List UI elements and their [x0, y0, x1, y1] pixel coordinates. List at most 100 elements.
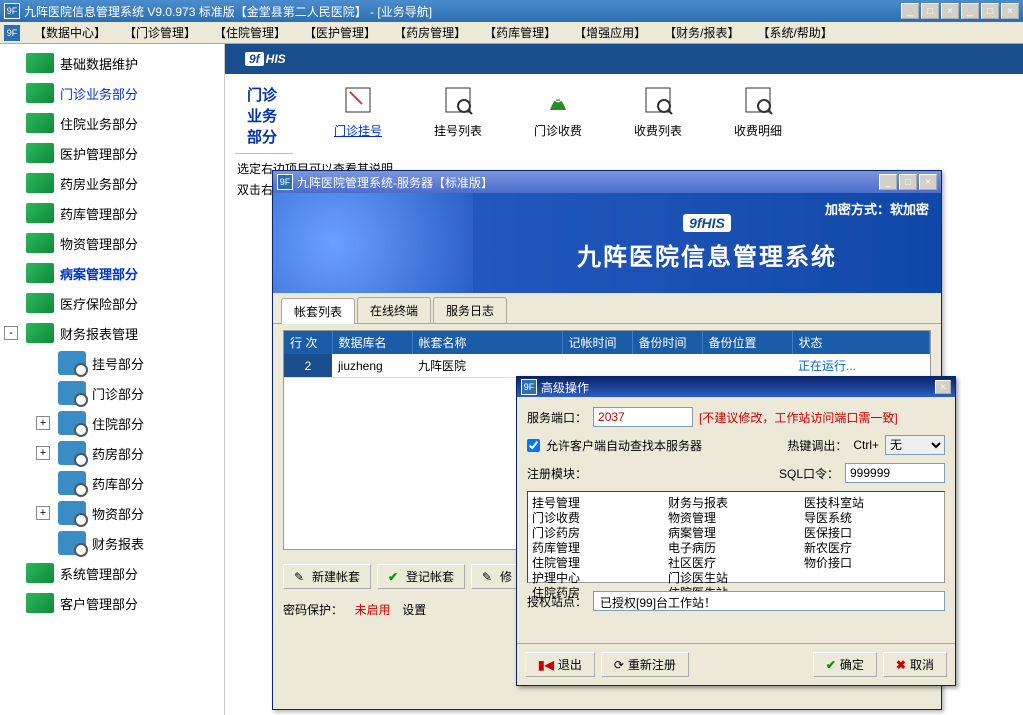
module-item[interactable]: 医保接口 [804, 526, 940, 541]
sidebar-item[interactable]: 门诊业务部分 [0, 78, 224, 108]
sidebar-tree[interactable]: 基础数据维护门诊业务部分住院业务部分医护管理部分药房业务部分药库管理部分物资管理… [0, 44, 225, 715]
module-item[interactable]: 物价接口 [804, 556, 940, 571]
module-item[interactable]: 财务与报表 [668, 496, 804, 511]
module-item[interactable]: 挂号管理 [532, 496, 668, 511]
exit-button[interactable]: ▮◀ 退出 [525, 652, 595, 677]
table-header[interactable]: 帐套名称 [412, 331, 562, 354]
table-header[interactable]: 备份时间 [632, 331, 702, 354]
toolbar-item[interactable]: 收费明细 [723, 82, 793, 146]
sidebar-item[interactable]: 药库管理部分 [0, 198, 224, 228]
login-account-button[interactable]: ✔登记帐套 [377, 564, 465, 589]
menu-drug-store[interactable]: 【药库管理】 [476, 22, 564, 43]
sidebar-item[interactable]: 药库部分 [0, 468, 224, 498]
menu-medical-care[interactable]: 【医护管理】 [296, 22, 384, 43]
module-item[interactable]: 住院管理 [532, 556, 668, 571]
adv-close-button[interactable]: × [935, 380, 951, 394]
sidebar-item[interactable]: 住院业务部分 [0, 108, 224, 138]
module-item[interactable]: 导医系统 [804, 511, 940, 526]
server-minimize-button[interactable]: _ [879, 174, 897, 190]
sidebar-item-label: 系统管理部分 [60, 564, 138, 583]
auto-find-label: 允许客户端自动查找本服务器 [546, 437, 702, 454]
inner-close-button[interactable]: × [1001, 3, 1019, 19]
sidebar-item[interactable]: +药房部分 [0, 438, 224, 468]
sidebar-item[interactable]: 医疗保险部分 [0, 288, 224, 318]
module-item[interactable]: 门诊收费 [532, 511, 668, 526]
sidebar-item[interactable]: 病案管理部分 [0, 258, 224, 288]
module-item[interactable]: 病案管理 [668, 526, 804, 541]
menu-outpatient[interactable]: 【门诊管理】 [116, 22, 204, 43]
ok-button[interactable]: ✔ 确定 [813, 652, 877, 677]
inner-minimize-button[interactable]: _ [961, 3, 979, 19]
tree-expand-icon[interactable]: + [36, 446, 50, 460]
toolbar-item[interactable]: 门诊挂号 [323, 82, 393, 146]
folder-icon [24, 141, 56, 165]
maximize-button[interactable]: □ [921, 3, 939, 19]
sidebar-item[interactable]: 物资管理部分 [0, 228, 224, 258]
table-header[interactable]: 行 次 [284, 331, 332, 354]
folder-icon [24, 561, 56, 585]
table-header[interactable]: 状态 [792, 331, 930, 354]
new-account-button[interactable]: ✎新建帐套 [283, 564, 371, 589]
table-row[interactable]: 2 jiuzheng 九阵医院 正在运行... [284, 354, 930, 378]
sidebar-item[interactable]: 门诊部分 [0, 378, 224, 408]
toolbar-item[interactable]: 收费列表 [623, 82, 693, 146]
sidebar-item[interactable]: 财务报表 [0, 528, 224, 558]
sidebar-item[interactable]: 客户管理部分 [0, 588, 224, 618]
inner-maximize-button[interactable]: □ [981, 3, 999, 19]
sql-input[interactable] [845, 463, 945, 483]
table-header[interactable]: 数据库名 [332, 331, 412, 354]
table-header[interactable]: 备份位置 [702, 331, 792, 354]
toolbar-item[interactable]: 挂号列表 [423, 82, 493, 146]
hotkey-select[interactable]: 无 [885, 435, 945, 455]
sidebar-item[interactable]: 系统管理部分 [0, 558, 224, 588]
account-table[interactable]: 行 次数据库名帐套名称记帐时间备份时间备份位置状态 2 jiuzheng 九阵医… [284, 331, 930, 378]
menu-finance[interactable]: 【财务/报表】 [656, 22, 747, 43]
toolbar-item[interactable]: $门诊收费 [523, 82, 593, 146]
tree-expand-icon[interactable]: + [36, 416, 50, 430]
sidebar-item[interactable]: - 财务报表管理 [0, 318, 224, 348]
table-header[interactable]: 记帐时间 [562, 331, 632, 354]
sidebar-item[interactable]: 医护管理部分 [0, 138, 224, 168]
sidebar-item[interactable]: 挂号部分 [0, 348, 224, 378]
rereg-button[interactable]: ⟳ 重新注册 [601, 652, 689, 677]
adv-titlebar[interactable]: 9F 高级操作 × [517, 377, 955, 397]
module-item[interactable]: 新农医疗 [804, 541, 940, 556]
menu-inpatient[interactable]: 【住院管理】 [206, 22, 294, 43]
minimize-button[interactable]: _ [901, 3, 919, 19]
module-item[interactable]: 医技科室站 [804, 496, 940, 511]
sidebar-item[interactable]: 基础数据维护 [0, 48, 224, 78]
module-item[interactable]: 护理中心 [532, 571, 668, 586]
server-close-button[interactable]: × [919, 174, 937, 190]
close-button[interactable]: × [941, 3, 959, 19]
brand-bar: 9fHIS [225, 44, 1023, 74]
tab-online-terminal[interactable]: 在线终端 [357, 297, 431, 323]
menu-pharmacy[interactable]: 【药房管理】 [386, 22, 474, 43]
module-item[interactable]: 电子病历 [668, 541, 804, 556]
cancel-button[interactable]: ✖ 取消 [883, 652, 947, 677]
menu-data-center[interactable]: 【数据中心】 [26, 22, 114, 43]
menu-enhanced[interactable]: 【增强应用】 [566, 22, 654, 43]
module-item[interactable]: 门诊药房 [532, 526, 668, 541]
pwd-set-link[interactable]: 设置 [402, 603, 426, 617]
tab-service-log[interactable]: 服务日志 [433, 297, 507, 323]
menu-system-help[interactable]: 【系统/帮助】 [749, 22, 840, 43]
module-item[interactable]: 药库管理 [532, 541, 668, 556]
module-item[interactable]: 物资管理 [668, 511, 804, 526]
main-titlebar[interactable]: 9F 九阵医院信息管理系统 V9.0.973 标准版【金堂县第二人民医院】 - … [0, 0, 1023, 22]
tree-expand-icon[interactable]: - [4, 326, 18, 340]
tab-account-list[interactable]: 帐套列表 [281, 298, 355, 324]
module-item[interactable]: 社区医疗 [668, 556, 804, 571]
auth-label: 授权站点： [527, 593, 587, 610]
server-maximize-button[interactable]: □ [899, 174, 917, 190]
advanced-dialog[interactable]: 9F 高级操作 × 服务端口： [不建议修改，工作站访问端口需一致] 允许客户端… [516, 376, 956, 686]
sidebar-item[interactable]: 药房业务部分 [0, 168, 224, 198]
server-titlebar[interactable]: 9F 九阵医院管理系统-服务器【标准版】 _ □ × [273, 171, 941, 193]
sidebar-item[interactable]: +物资部分 [0, 498, 224, 528]
sidebar-item-label: 财务报表管理 [60, 324, 138, 343]
auto-find-checkbox[interactable] [527, 439, 540, 452]
module-list[interactable]: 挂号管理门诊收费门诊药房药库管理住院管理护理中心住院药房财务与报表物资管理病案管… [527, 491, 945, 583]
sidebar-item[interactable]: +住院部分 [0, 408, 224, 438]
port-input[interactable] [593, 407, 693, 427]
tree-expand-icon[interactable]: + [36, 506, 50, 520]
module-item[interactable]: 门诊医生站 [668, 571, 804, 586]
